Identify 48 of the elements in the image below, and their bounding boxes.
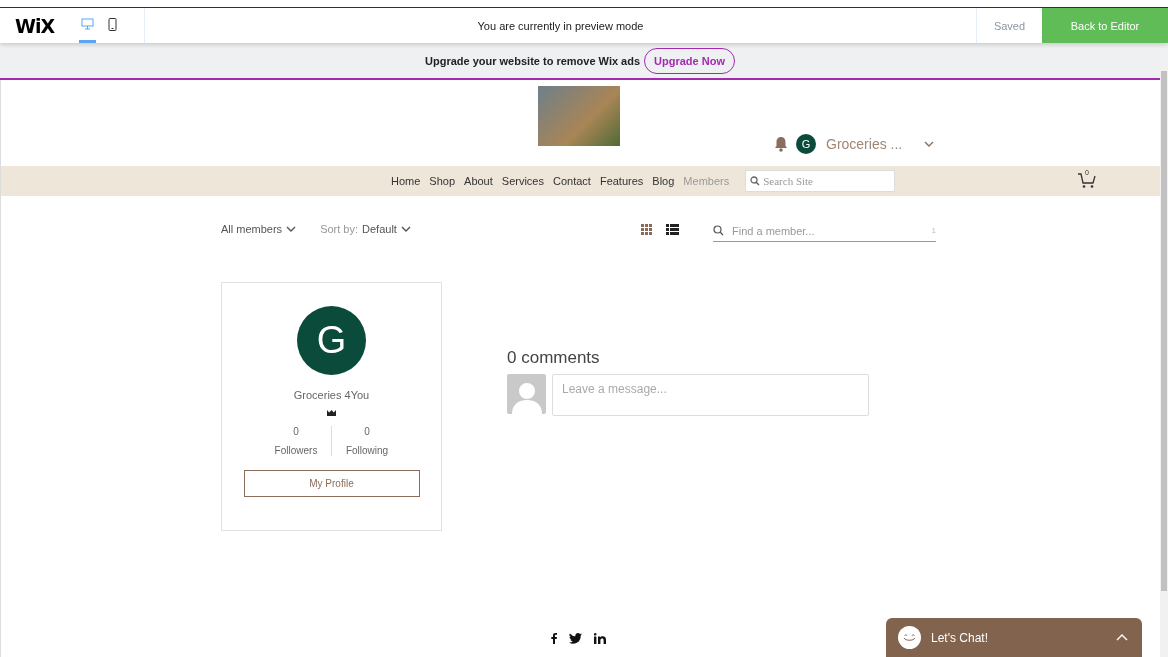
chevron-down-icon xyxy=(924,141,935,147)
avatar-silhouette-icon xyxy=(507,374,546,414)
chat-widget[interactable]: Let's Chat! xyxy=(886,618,1142,657)
user-avatar[interactable]: G xyxy=(796,134,816,154)
saved-status: Saved xyxy=(993,19,1026,32)
nav-link[interactable]: Home xyxy=(387,175,425,187)
logo: WiX xyxy=(14,13,56,39)
stat-value: 0 xyxy=(293,426,299,437)
chat-label: Let's Chat! xyxy=(931,630,989,645)
nav-link[interactable]: About xyxy=(460,175,497,187)
cart-icon[interactable] xyxy=(1077,171,1097,189)
preview-mode-message: You are currently in preview mode xyxy=(477,19,644,32)
mobile-phone-icon xyxy=(108,17,117,31)
grid-view-icon xyxy=(641,223,652,235)
chevron-up-icon xyxy=(1116,634,1128,641)
nav-link[interactable]: Services xyxy=(497,175,548,187)
message-input[interactable]: Leave a message... xyxy=(552,374,869,416)
nav-link[interactable]: Contact xyxy=(549,175,595,187)
my-profile-button[interactable]: My Profile xyxy=(243,470,420,497)
search-icon xyxy=(750,176,761,186)
user-name[interactable]: Groceries ... xyxy=(826,136,903,152)
nav-link[interactable]: Features xyxy=(595,175,648,187)
ad-text: Upgrade your website to remove Wix ads xyxy=(425,54,641,67)
member-name: Groceries 4You xyxy=(293,389,370,401)
view-toggle[interactable] xyxy=(666,223,679,235)
comments-title: 0 comments xyxy=(507,348,601,368)
view-toggle[interactable] xyxy=(641,223,652,235)
scrollbar[interactable] xyxy=(1160,43,1168,657)
crown-icon xyxy=(327,410,336,416)
stat-label: Followers xyxy=(274,445,318,456)
stat-label: Following xyxy=(345,445,389,456)
stat-value: 0 xyxy=(364,426,370,437)
sort-dropdown[interactable]: Sort by: Default xyxy=(320,223,411,235)
members-filter-dropdown[interactable]: All members xyxy=(221,223,297,235)
nav-link[interactable]: Blog xyxy=(648,175,679,187)
bell-icon[interactable] xyxy=(774,136,788,152)
chevron-down-icon xyxy=(286,226,297,232)
member-avatar: G xyxy=(297,306,366,375)
list-view-icon xyxy=(666,223,679,235)
search-icon xyxy=(713,225,724,236)
find-member-field[interactable]: Find a member... xyxy=(730,223,926,238)
desktop-icon xyxy=(81,18,94,30)
smiley-icon xyxy=(898,626,921,649)
linkedin-icon[interactable] xyxy=(594,632,606,644)
twitter-icon[interactable] xyxy=(569,632,582,644)
nav-link[interactable]: Shop xyxy=(425,175,460,187)
facebook-icon[interactable] xyxy=(551,632,557,644)
chevron-down-icon xyxy=(400,226,411,232)
